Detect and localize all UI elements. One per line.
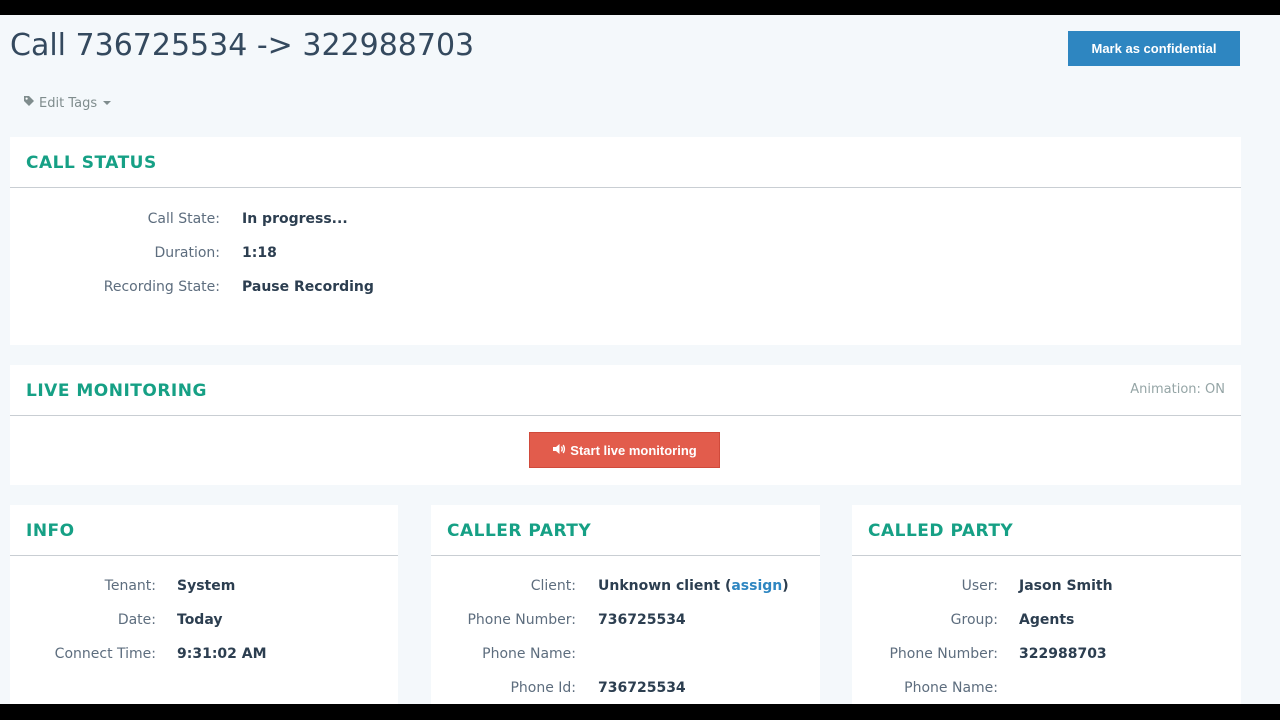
caller-phone-name-label: Phone Name: [482,646,576,662]
called-phone-name-label: Phone Name: [904,680,998,696]
assign-link[interactable]: assign [731,578,782,594]
date-row: Date: Today [10,612,398,632]
date-label: Date: [117,612,156,628]
live-monitoring-title: LIVE MONITORING [26,381,207,401]
date-value: Today [177,612,223,628]
caller-phone-number-row: Phone Number: 736725534 [431,612,820,632]
tenant-label: Tenant: [104,578,156,594]
tenant-row: Tenant: System [10,578,398,598]
user-link[interactable]: Jason Smith [1019,578,1113,594]
connect-time-label: Connect Time: [54,646,156,662]
connect-time-row: Connect Time: 9:31:02 AM [10,646,398,666]
called-phone-number-row: Phone Number: 322988703 [852,646,1241,666]
call-detail-screen: Call 736725534 -> 322988703 Mark as conf… [0,15,1280,704]
call-state-label: Call State: [147,211,220,227]
called-phone-name-row: Phone Name: [852,680,1241,700]
client-label: Client: [530,578,576,594]
recording-state-row: Recording State: Pause Recording [10,279,1241,299]
live-monitoring-header: LIVE MONITORING Animation: ON [10,365,1241,416]
called-party-panel: CALLED PARTY User: Jason Smith Group: Ag… [852,505,1241,704]
call-status-header: CALL STATUS [10,137,1241,188]
called-phone-number-label: Phone Number: [889,646,998,662]
caller-phone-id-label: Phone Id: [510,680,576,696]
user-label: User: [961,578,998,594]
start-live-monitoring-label: Start live monitoring [570,442,697,458]
called-phone-number-value: 322988703 [1019,646,1107,662]
caller-phone-name-row: Phone Name: [431,646,820,666]
caller-party-panel: CALLER PARTY Client: Unknown client (ass… [431,505,820,704]
animation-value: ON [1205,382,1225,397]
animation-toggle[interactable]: Animation: ON [1130,382,1225,397]
called-party-header: CALLED PARTY [852,505,1241,556]
caller-party-title: CALLER PARTY [447,521,592,541]
duration-row: Duration: 1:18 [10,245,1241,265]
tenant-link[interactable]: System [177,578,235,594]
start-live-monitoring-button[interactable]: Start live monitoring [529,432,720,468]
edit-tags-label: Edit Tags [39,95,98,111]
user-row: User: Jason Smith [852,578,1241,598]
animation-label: Animation: [1130,382,1201,397]
duration-value: 1:18 [242,245,277,261]
info-panel: INFO Tenant: System Date: Today Connect … [10,505,398,704]
client-value: Unknown client (assign) [598,578,789,594]
caller-phone-number-label: Phone Number: [467,612,576,628]
page-title: Call 736725534 -> 322988703 [10,28,475,63]
group-row: Group: Agents [852,612,1241,632]
caller-phone-id-row: Phone Id: 736725534 [431,680,820,700]
paren-close: ) [782,578,789,594]
group-link[interactable]: Agents [1019,612,1074,628]
caret-down-icon [103,101,112,105]
group-label: Group: [950,612,998,628]
recording-state-label: Recording State: [103,279,220,295]
unknown-client-text: Unknown client [598,578,721,594]
call-state-row: Call State: In progress... [10,211,1241,231]
tag-icon [23,95,35,111]
call-state-value: In progress... [242,211,348,227]
call-status-title: CALL STATUS [26,153,157,173]
pause-recording-link[interactable]: Pause Recording [242,279,374,295]
caller-phone-number-value: 736725534 [598,612,686,628]
connect-time-value: 9:31:02 AM [177,646,267,662]
caller-phone-id-value: 736725534 [598,680,686,696]
caller-party-header: CALLER PARTY [431,505,820,556]
info-header: INFO [10,505,398,556]
duration-label: Duration: [154,245,220,261]
called-party-title: CALLED PARTY [868,521,1014,541]
live-monitoring-panel: LIVE MONITORING Animation: ON Start live… [10,365,1241,485]
volume-up-icon [552,443,566,458]
client-row: Client: Unknown client (assign) [431,578,820,598]
call-status-panel: CALL STATUS Call State: In progress... D… [10,137,1241,345]
mark-confidential-button[interactable]: Mark as confidential [1068,31,1240,66]
info-title: INFO [26,521,75,541]
edit-tags-dropdown[interactable]: Edit Tags [23,95,112,111]
